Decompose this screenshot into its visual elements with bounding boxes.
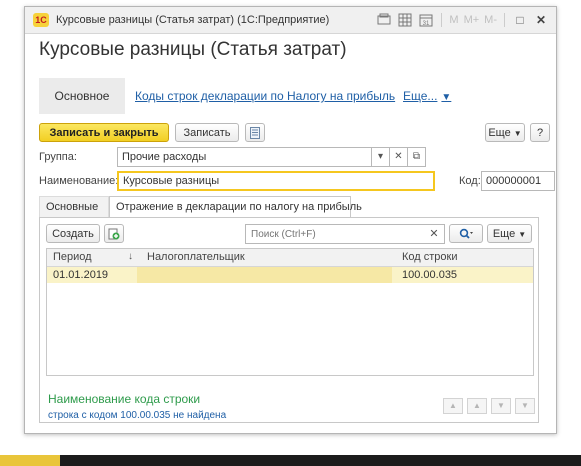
create-button[interactable]: Создать <box>46 224 100 243</box>
last-page-icon[interactable]: ▼ <box>515 398 535 414</box>
m-minus-button[interactable]: M- <box>483 14 498 26</box>
chevron-down-icon: ▼ <box>513 129 522 138</box>
app-logo-icon: 1С <box>33 13 49 27</box>
tab-declaration[interactable]: Отражение в декларации по налогу на приб… <box>109 196 362 218</box>
form-window: 1С Курсовые разницы (Статья затрат) (1С:… <box>24 6 557 434</box>
name-row: Наименование: Курсовые разницы Код: 0000… <box>39 171 555 191</box>
first-page-icon[interactable]: ▲ <box>443 398 463 414</box>
dropdown-arrow-icon[interactable]: ▾ <box>372 147 390 167</box>
nav-more-link[interactable]: Еще... ▼ <box>403 89 451 103</box>
tab-main[interactable]: Основные <box>39 196 109 218</box>
close-icon[interactable]: ✕ <box>532 11 550 29</box>
open-icon[interactable]: ⧉ <box>408 147 426 167</box>
line-code-name-title: Наименование кода строки <box>48 392 201 406</box>
maximize-icon[interactable]: □ <box>511 11 529 29</box>
search-button[interactable] <box>449 224 483 243</box>
cell-period: 01.01.2019 <box>53 269 109 281</box>
save-button[interactable]: Записать <box>175 123 239 142</box>
list-toolbar: Создать ✕ Еще ▼ <box>46 224 534 246</box>
add-copy-icon[interactable] <box>104 224 124 243</box>
group-row: Группа: Прочие расходы ▾ ✕ ⧉ <box>39 147 539 167</box>
chevron-down-icon: ▼ <box>441 92 452 103</box>
more-button[interactable]: Еще ▼ <box>485 123 525 142</box>
more-button-label: Еще <box>488 127 511 139</box>
group-field[interactable]: Прочие расходы <box>117 147 372 167</box>
tab-bar: Основные Отражение в декларации по налог… <box>39 196 539 218</box>
nav-more-label: Еще... <box>403 89 438 103</box>
svg-text:31: 31 <box>423 21 430 27</box>
col-period[interactable]: Период <box>53 251 92 263</box>
m-plus-button[interactable]: M+ <box>463 14 481 26</box>
nav-main[interactable]: Основное <box>39 78 125 114</box>
col-taxpayer[interactable]: Налогоплательщик <box>147 251 245 263</box>
m-button[interactable]: M <box>448 14 459 26</box>
title-bar-separator <box>441 13 443 27</box>
page-title: Курсовые разницы (Статья затрат) <box>39 39 347 60</box>
title-bar-controls: 31 M M+ M- □ ✕ <box>375 11 550 29</box>
taskbar <box>0 455 581 466</box>
search-clear-icon[interactable]: ✕ <box>425 225 443 243</box>
report-icon[interactable] <box>245 123 265 142</box>
table-row[interactable]: 01.01.2019 100.00.035 <box>47 267 533 283</box>
cell-taxpayer[interactable] <box>137 267 392 283</box>
list-more-button[interactable]: Еще ▼ <box>487 224 532 243</box>
title-bar-separator <box>504 13 505 27</box>
command-bar: Записать и закрыть Записать Еще ▼ ? <box>39 123 550 145</box>
calendar-icon[interactable]: 31 <box>417 11 435 29</box>
taskbar-accent <box>0 455 60 466</box>
records-table: Период ↓ Налогоплательщик Код строки 01.… <box>46 248 535 414</box>
line-code-message: строка с кодом 100.00.035 не найдена <box>48 410 227 421</box>
help-button[interactable]: ? <box>530 123 550 142</box>
window-title: Курсовые разницы (Статья затрат) (1С:Пре… <box>56 14 330 26</box>
tab-panel: Создать ✕ Еще ▼ Период ↓ Налогоплательщи… <box>39 217 539 423</box>
search-input[interactable] <box>245 224 445 244</box>
clear-icon[interactable]: ✕ <box>390 147 408 167</box>
next-page-icon[interactable]: ▼ <box>491 398 511 414</box>
col-line-code[interactable]: Код строки <box>402 251 458 263</box>
doc-icon[interactable] <box>375 11 393 29</box>
title-bar: 1С Курсовые разницы (Статья затрат) (1С:… <box>25 7 556 34</box>
table-pager: ▲ ▲ ▼ ▼ <box>443 398 535 414</box>
code-field[interactable]: 000000001 <box>481 171 555 191</box>
name-label: Наименование: <box>39 175 119 187</box>
table-icon[interactable] <box>396 11 414 29</box>
cell-line-code: 100.00.035 <box>402 269 458 281</box>
table-header: Период ↓ Налогоплательщик Код строки <box>47 249 533 267</box>
nav-declaration-codes-link[interactable]: Коды строк декларации по Налогу на прибы… <box>135 89 395 103</box>
sort-down-icon[interactable]: ↓ <box>128 251 133 262</box>
name-field[interactable]: Курсовые разницы <box>117 171 435 191</box>
group-label: Группа: <box>39 151 77 163</box>
prev-page-icon[interactable]: ▲ <box>467 398 487 414</box>
code-label: Код: <box>459 175 481 187</box>
list-more-label: Еще <box>492 228 516 240</box>
save-and-close-button[interactable]: Записать и закрыть <box>39 123 169 142</box>
form-nav-panel: Основное Коды строк декларации по Налогу… <box>39 78 539 114</box>
chevron-down-icon: ▼ <box>518 230 527 239</box>
